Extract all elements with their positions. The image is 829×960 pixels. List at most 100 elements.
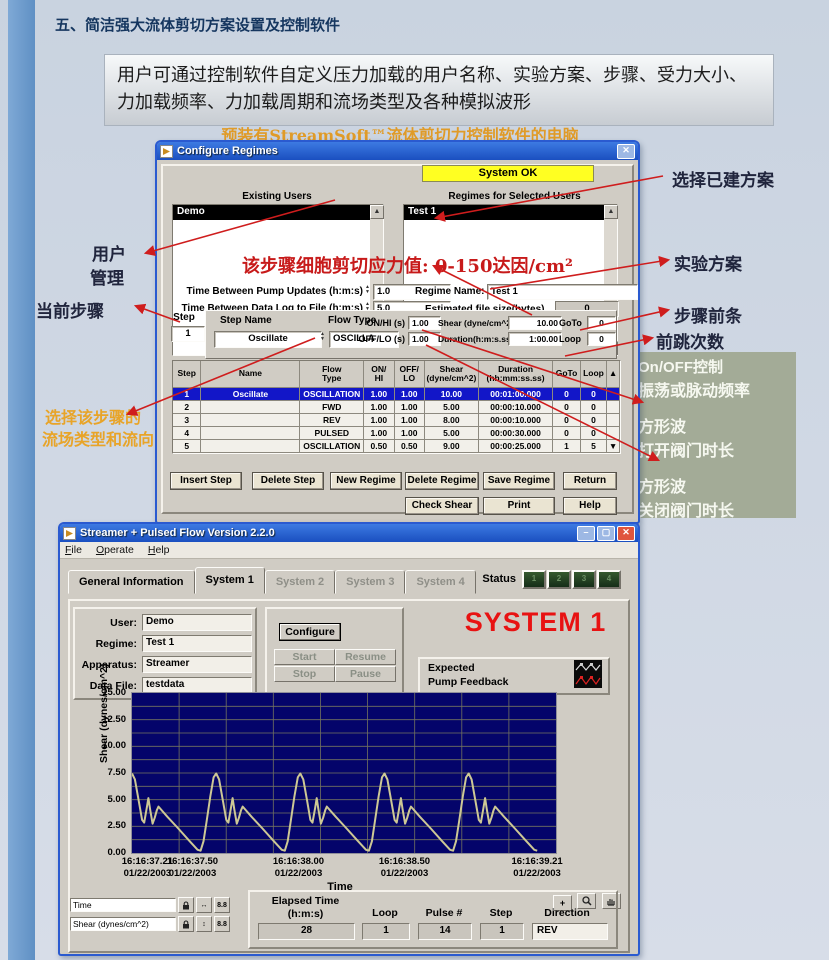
chart-ytick-7.50: 7.50	[92, 767, 126, 778]
insert-step-button[interactable]: Insert Step	[170, 472, 242, 490]
axis-name-box[interactable]: Shear (dynes/cm^2)	[70, 917, 176, 931]
autoscale-icon[interactable]: ↕	[196, 916, 212, 932]
axis-name-box[interactable]: Time	[70, 898, 176, 912]
table-cell: FWD	[300, 401, 364, 414]
start-button[interactable]: Start	[274, 649, 335, 665]
tab-system-1[interactable]: System 1	[195, 567, 265, 594]
format-icon[interactable]: 8.8	[214, 897, 230, 913]
scroll-up-icon[interactable]: ▲	[370, 205, 384, 219]
configure-button[interactable]: Configure	[279, 623, 341, 641]
autoscale-icon[interactable]: ↔	[196, 897, 212, 913]
pause-button[interactable]: Pause	[335, 666, 396, 682]
duration-input[interactable]: 1:00.00	[508, 332, 562, 346]
resume-button[interactable]: Resume	[335, 649, 396, 665]
stat-value-step: 1	[480, 923, 524, 940]
new-regime-button[interactable]: New Regime	[330, 472, 402, 490]
tab-system-3[interactable]: System 3	[335, 570, 405, 594]
column-header-name: Name	[201, 361, 300, 388]
status-led-2: 2	[547, 570, 571, 589]
shear-input[interactable]: 10.00	[508, 316, 562, 330]
print-button[interactable]: Print	[483, 497, 555, 515]
configure-regimes-window: Configure Regimes ✕ System OK Existing U…	[155, 140, 640, 524]
list-item-user[interactable]: Demo	[173, 205, 383, 220]
menu-item-operate[interactable]: Operate	[96, 544, 134, 556]
table-cell: 0.50	[364, 440, 394, 453]
table-scroll-cell[interactable]: ▼	[607, 440, 620, 453]
status-led-1: 1	[522, 570, 546, 589]
save-regime-button[interactable]: Save Regime	[483, 472, 555, 490]
annotation-current-step: 当前步骤	[36, 297, 104, 322]
tab-general-information[interactable]: General Information	[68, 570, 195, 594]
spinner-icon[interactable]: ▲▼	[320, 332, 328, 341]
format-icon[interactable]: 8.8	[214, 916, 230, 932]
info-field-row: Regime:Test 1	[75, 635, 255, 652]
slide-accent-bar	[8, 0, 35, 960]
chart-xtick-16-16-38-00: 16:16:38.0001/22/2003	[273, 856, 324, 880]
step-editor-panel: Step Name Oscillate Flow Type ▲▼ OSCILLA…	[205, 310, 617, 359]
table-cell: OSCILLATION	[300, 440, 364, 453]
chart-xtick-16-16-37-21: 16:16:37.2101/22/2003	[122, 856, 173, 880]
table-cell: 8.00	[425, 414, 479, 427]
existing-users-label: Existing Users	[177, 191, 377, 202]
configure-window-body: System OK Existing Users Regimes for Sel…	[157, 160, 638, 518]
help-button[interactable]: Help	[563, 497, 617, 515]
steps-table[interactable]: StepNameFlowTypeON/HIOFF/LOShear(dyne/cm…	[172, 360, 621, 454]
table-row[interactable]: 5OSCILLATION0.500.509.0000:00:25.00015▼	[173, 440, 620, 453]
step-name-input[interactable]: Oscillate	[214, 331, 322, 348]
table-cell: 0	[553, 414, 580, 427]
regime-name-input[interactable]: Test 1	[487, 284, 638, 300]
onoff-box-line: 关闭阀门时长	[638, 497, 788, 521]
delete-regime-button[interactable]: Delete Regime	[405, 472, 479, 490]
menu-item-file[interactable]: File	[65, 544, 82, 556]
streamer-window-titlebar[interactable]: Streamer + Pulsed Flow Version 2.2.0 – ▢…	[60, 524, 638, 542]
menu-item-help[interactable]: Help	[148, 544, 170, 556]
table-row[interactable]: 2FWD1.001.005.0000:00:10.00000	[173, 401, 620, 414]
table-cell: 1.00	[395, 414, 425, 427]
goto-input[interactable]: 0	[587, 316, 616, 330]
streamer-window-body: General InformationSystem 1System 2Syste…	[60, 559, 638, 951]
lock-icon[interactable]	[178, 897, 194, 913]
loop-input[interactable]: 0	[587, 332, 616, 346]
return-button[interactable]: Return	[563, 472, 617, 490]
run-stats-panel: Elapsed Time(h:m:s)28Loop1Pulse #14Step1…	[248, 890, 618, 949]
close-icon[interactable]: ✕	[617, 526, 635, 541]
onhi-input[interactable]: 1.00	[408, 316, 441, 330]
minimize-icon[interactable]: –	[577, 526, 595, 541]
list-item-regime[interactable]: Test 1	[404, 205, 617, 220]
stop-button[interactable]: Stop	[274, 666, 335, 682]
maximize-icon[interactable]: ▢	[597, 526, 615, 541]
info-input-apparatus[interactable]: Streamer	[142, 656, 252, 673]
steps-table-body[interactable]: 1OscillateOSCILLATION1.001.0010.0000:01:…	[173, 388, 620, 453]
tab-system-2[interactable]: System 2	[265, 570, 335, 594]
table-header-row: StepNameFlowTypeON/HIOFF/LOShear(dyne/cm…	[173, 361, 620, 388]
table-cell: 9.00	[425, 440, 479, 453]
stat-label-loop: Loop	[362, 907, 408, 920]
table-cell: 1	[553, 440, 580, 453]
lock-icon[interactable]	[178, 916, 194, 932]
check-shear-button[interactable]: Check Shear	[405, 497, 479, 515]
table-row[interactable]: 3REV1.001.008.0000:00:10.00000	[173, 414, 620, 427]
delete-step-button[interactable]: Delete Step	[252, 472, 324, 490]
scroll-up-icon[interactable]: ▲	[604, 205, 618, 219]
tab-system-4[interactable]: System 4	[405, 570, 475, 594]
table-cell	[201, 401, 300, 414]
chart-canvas	[132, 693, 556, 853]
table-scroll-up-icon[interactable]: ▲	[607, 361, 620, 388]
stat-label-direction: Direction	[532, 907, 602, 920]
table-cell: 10.00	[425, 388, 479, 401]
streamer-window-title: Streamer + Pulsed Flow Version 2.2.0	[80, 527, 575, 539]
info-input-regime[interactable]: Test 1	[142, 635, 252, 652]
info-input-user[interactable]: Demo	[142, 614, 252, 631]
table-cell: 0	[553, 388, 580, 401]
pump-waveform-icon	[574, 660, 602, 688]
table-row[interactable]: 4PULSED1.001.005.0000:00:30.00000	[173, 427, 620, 440]
table-row[interactable]: 1OscillateOSCILLATION1.001.0010.0000:01:…	[173, 388, 620, 401]
close-icon[interactable]: ✕	[617, 144, 635, 159]
table-cell: 1.00	[364, 401, 394, 414]
stat-value-pulse: 14	[418, 923, 472, 940]
table-cell: 5	[581, 440, 607, 453]
configure-window-titlebar[interactable]: Configure Regimes ✕	[157, 142, 638, 160]
offlo-input[interactable]: 1.00	[408, 332, 441, 346]
shear-chart-plot[interactable]	[131, 692, 557, 854]
spinner-icon[interactable]: ▲▼	[365, 285, 373, 294]
